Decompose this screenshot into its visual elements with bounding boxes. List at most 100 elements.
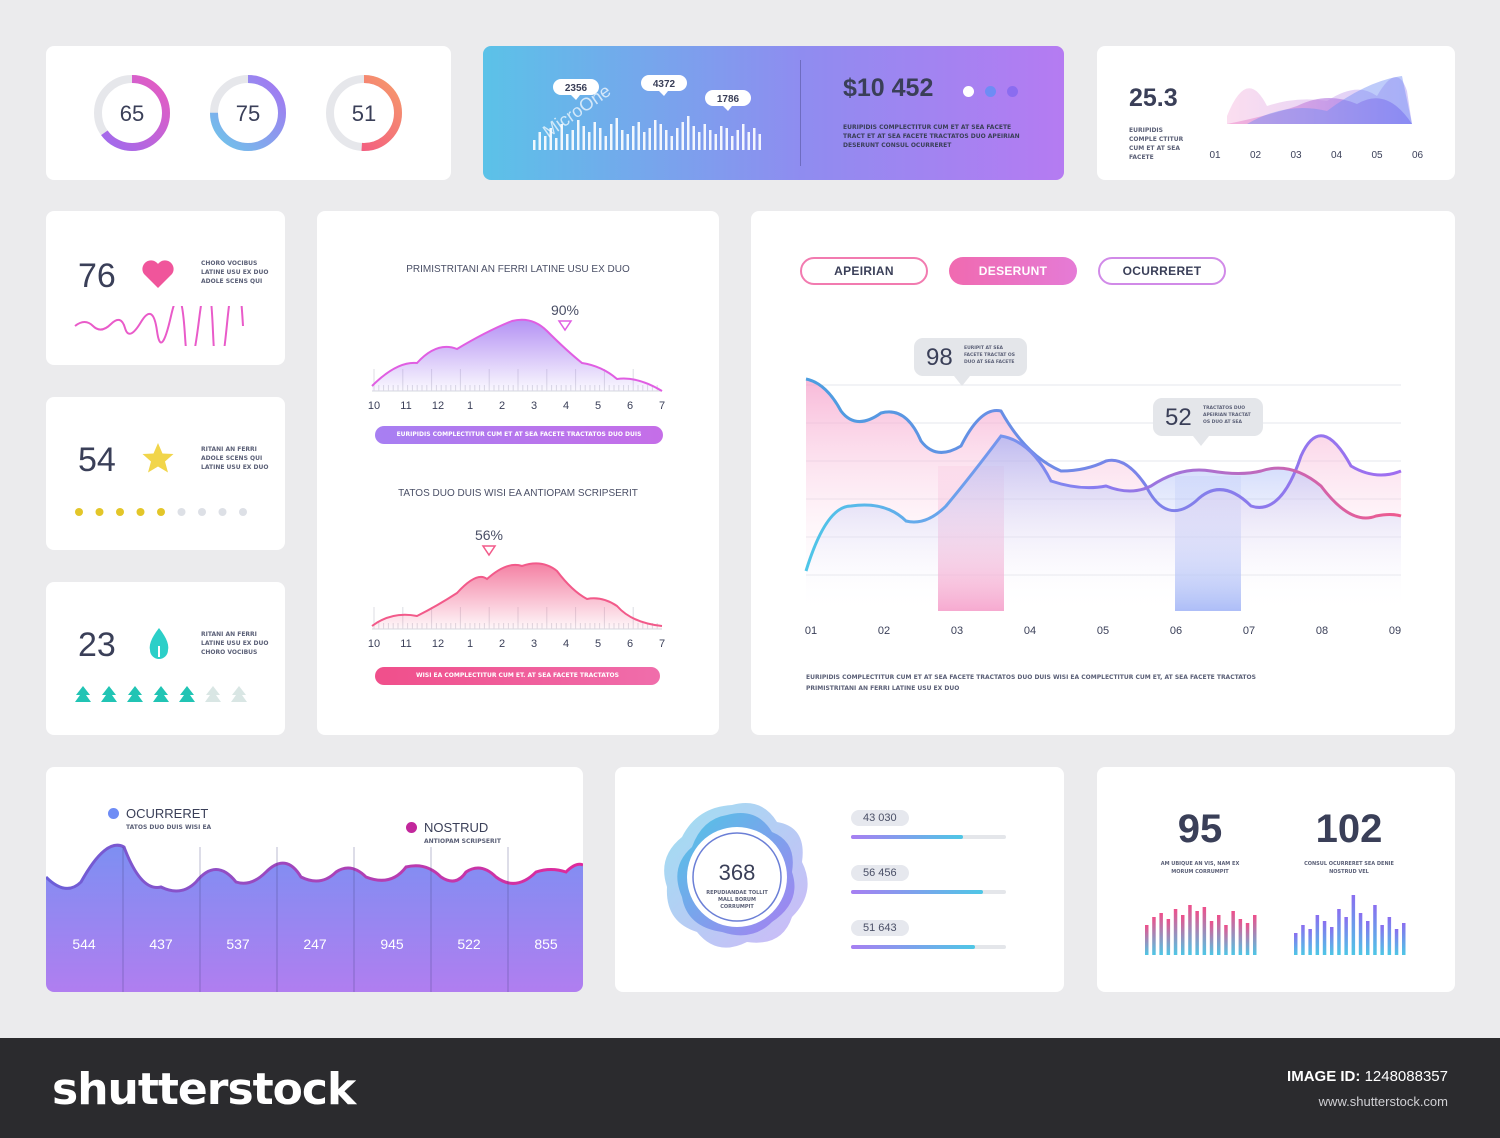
kpi-value: 102 xyxy=(1315,807,1383,851)
tab-ocurreret[interactable]: OCURRERET xyxy=(1098,257,1226,285)
gauge-value: 51 xyxy=(352,101,376,126)
progress-track xyxy=(851,945,1006,949)
mid-x-label: 7 xyxy=(659,638,665,650)
kpi-bar xyxy=(1308,929,1312,955)
hero-bar xyxy=(621,130,624,150)
stat-text: RITANI AN FERRI ADOLE SCENS QUI LATINE U… xyxy=(201,446,269,471)
hero-bubble-value: 4372 xyxy=(653,79,676,90)
kpi-bar xyxy=(1202,907,1207,955)
kpi-value: 95 xyxy=(1177,807,1223,851)
peak-label: 56% xyxy=(475,527,503,543)
hero-amount: $10 452 xyxy=(843,74,934,102)
hero-bar xyxy=(681,122,684,150)
tree-icon xyxy=(127,686,143,702)
hero-bar xyxy=(538,132,541,150)
progress-track xyxy=(851,835,1006,839)
kpi-bar xyxy=(1195,911,1199,955)
mid-x-label: 10 xyxy=(368,638,380,650)
hero-bar xyxy=(736,130,739,150)
mid-x-label: 10 xyxy=(368,400,380,412)
big-x-label: 02 xyxy=(878,625,890,637)
hero-card: 2356 4372 1786 MicroOne $10 452 EURIPIDIS … xyxy=(483,46,1064,180)
callout-value: 98 xyxy=(926,344,953,371)
stat-value: 54 xyxy=(78,441,116,479)
area-chart: 544 437 537 247 945 522 855 xyxy=(46,843,583,992)
area-value: 544 xyxy=(72,936,96,952)
stat-card-drop: 23 RITANI AN FERRI LATINE USU EX DUO CHO… xyxy=(46,582,285,735)
kpi-bar xyxy=(1152,917,1156,955)
kpi-text: AM UBIQUE AN VIS, NAM EX MORUM CORRUMPIT xyxy=(1160,861,1240,875)
hero-bar xyxy=(709,130,712,150)
big-x-label: 09 xyxy=(1389,625,1401,637)
stat-value: 76 xyxy=(78,257,116,295)
hero-dot[interactable] xyxy=(985,86,996,97)
rating-dot xyxy=(218,508,227,516)
mid-x-label: 7 xyxy=(659,400,665,412)
area-value: 537 xyxy=(226,936,250,952)
hero-bars-chart: 2356 43721786 xyxy=(533,75,761,150)
image-id-label: IMAGE ID: xyxy=(1287,1068,1361,1085)
gauges-svg: 65 75 51 xyxy=(94,75,402,151)
mid-x-label: 3 xyxy=(531,400,537,412)
footer-url[interactable]: www.shutterstock.com xyxy=(1319,1094,1448,1109)
progress-fill xyxy=(851,945,975,949)
mid-x-label: 4 xyxy=(563,400,569,412)
wave-x-label: 06 xyxy=(1412,150,1424,161)
wave-x-label: 03 xyxy=(1290,150,1302,161)
wave-x-label: 04 xyxy=(1331,150,1343,161)
hero-dot[interactable] xyxy=(963,86,974,97)
kpi-bar xyxy=(1394,929,1399,955)
mid-charts-card: PRIMISTRITANI AN FERRI LATINE USU EX DUO… xyxy=(317,211,719,735)
hero-bar xyxy=(753,128,756,150)
image-id-row: IMAGE ID: 1248088357 xyxy=(1287,1068,1448,1085)
mid-area xyxy=(372,563,662,629)
kpi-bar xyxy=(1358,913,1363,955)
kpi-bar xyxy=(1217,915,1221,955)
hero-bubble-tail xyxy=(723,106,732,111)
rating-dot xyxy=(95,508,104,516)
peak-marker-icon xyxy=(557,320,573,332)
hero-dot[interactable] xyxy=(1007,86,1018,97)
heart-icon xyxy=(141,259,175,294)
big-chart-footer-text: EURIPIDIS COMPLECTITUR CUM ET AT SEA FAC… xyxy=(806,674,1256,681)
progress-fill xyxy=(851,890,983,894)
tab-apeirian[interactable]: APEIRIAN xyxy=(800,257,928,285)
mid-x-label: 6 xyxy=(627,400,633,412)
hero-text: EURIPIDIS COMPLECTITUR CUM ET AT SEA FAC… xyxy=(843,124,1020,149)
hero-bar xyxy=(692,126,695,150)
rating-dots xyxy=(75,508,247,516)
hero-bar xyxy=(720,126,723,150)
hero-bubble-value: 1786 xyxy=(717,94,740,105)
hero-bar xyxy=(676,128,679,150)
mid-area xyxy=(372,319,662,391)
callout-text: DUO AT SEA FACETE xyxy=(964,359,1014,365)
hero-bar xyxy=(742,124,745,150)
rating-dot xyxy=(136,508,145,516)
rating-dot xyxy=(177,508,186,516)
brand-logo[interactable]: shutterstock xyxy=(52,1064,356,1115)
hero-bar xyxy=(555,138,558,150)
kpi-bar xyxy=(1245,923,1250,955)
rating-dot xyxy=(157,508,165,516)
hero-bar xyxy=(588,132,591,150)
hero-bar xyxy=(698,132,701,150)
area-value: 945 xyxy=(380,936,404,952)
big-chart-footer-text-2: PRIMISTRITANI AN FERRI LATINE USU EX DUO xyxy=(806,685,960,692)
hero-bar xyxy=(544,136,547,150)
star-icon xyxy=(141,441,175,480)
kpi-bar xyxy=(1402,923,1406,955)
area-fill xyxy=(46,845,583,992)
kpi-bar xyxy=(1145,925,1149,955)
hero-bar xyxy=(654,120,657,150)
rating-dot xyxy=(239,508,247,516)
rating-dot xyxy=(75,508,83,516)
kpi-bar xyxy=(1322,921,1327,955)
hero-bar xyxy=(632,126,635,150)
mid-bottom-chart: 56%10 11 12 1 2 3 4 5 6 7 xyxy=(368,527,665,650)
tree-icon xyxy=(101,686,117,702)
stat-text: RITANI AN FERRI LATINE USU EX DUO CHORO … xyxy=(201,631,269,656)
hero-bar xyxy=(714,134,717,150)
hero-bar xyxy=(643,132,646,150)
tab-deserunt[interactable]: DESERUNT xyxy=(949,257,1077,285)
progress-label: 51 643 xyxy=(851,920,909,936)
